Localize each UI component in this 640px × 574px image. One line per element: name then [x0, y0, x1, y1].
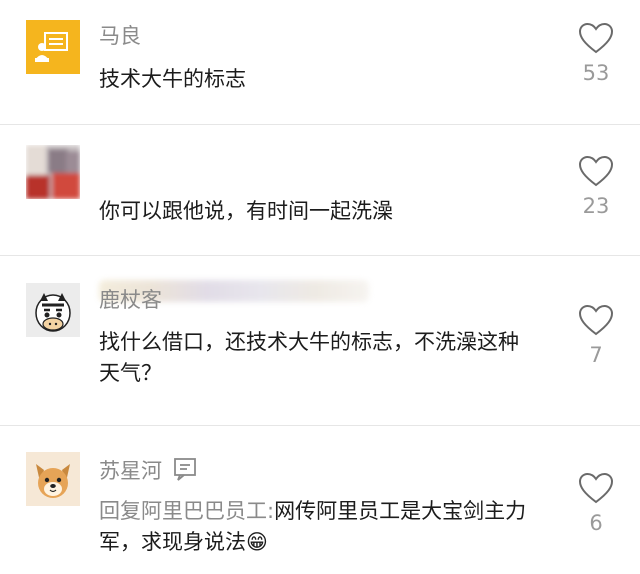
- comment-text: 回复阿里巴巴员工:网传阿里员工是大宝剑主力军，求现身说法😁: [99, 496, 549, 558]
- heart-icon: [578, 472, 614, 504]
- comment-author-name[interactable]: 苏星河: [99, 459, 162, 483]
- comment-author[interactable]: 马良: [99, 23, 141, 49]
- like-button[interactable]: 23: [574, 155, 618, 219]
- like-button[interactable]: 6: [574, 472, 618, 536]
- heart-icon: [578, 22, 614, 54]
- heart-icon: [578, 304, 614, 336]
- zebra-avatar: [35, 293, 71, 332]
- comment-author[interactable]: 鹿杖客: [99, 287, 162, 313]
- comment-item: 你可以跟他说，有时间一起洗澡 23: [0, 125, 640, 302]
- comment-item: 马良 技术大牛的标志 53: [0, 0, 640, 125]
- like-button[interactable]: 7: [574, 304, 618, 368]
- heart-icon: [578, 155, 614, 187]
- blurred-photo-avatar: [26, 145, 80, 199]
- like-count: 23: [582, 194, 610, 218]
- comment-text: 技术大牛的标志: [99, 67, 246, 91]
- comment-item: 鹿杖客 找什么借口，还技术大牛的标志，不洗澡这种天气？ 7: [0, 256, 640, 426]
- avatar[interactable]: [26, 452, 80, 506]
- like-count: 53: [582, 61, 610, 85]
- comment-text: 你可以跟他说，有时间一起洗澡: [99, 199, 393, 223]
- comment-text: 找什么借口，还技术大牛的标志，不洗澡这种天气？: [99, 330, 519, 385]
- avatar[interactable]: [26, 20, 80, 74]
- avatar[interactable]: [26, 145, 80, 199]
- like-count: 6: [589, 511, 603, 535]
- reply-target[interactable]: 回复阿里巴巴员工:: [99, 499, 274, 523]
- comment-item: 苏星河 回复阿里巴巴员工:网传阿里员工是大宝剑主力军，求现身说法😁 6: [0, 426, 640, 574]
- dog-avatar: [36, 464, 70, 498]
- like-button[interactable]: 53: [574, 22, 618, 86]
- presenter-board-icon: [35, 32, 68, 62]
- like-count: 7: [589, 343, 603, 367]
- avatar[interactable]: [26, 283, 80, 337]
- reply-message-icon[interactable]: [172, 457, 198, 487]
- comment-author[interactable]: 苏星河: [99, 457, 198, 487]
